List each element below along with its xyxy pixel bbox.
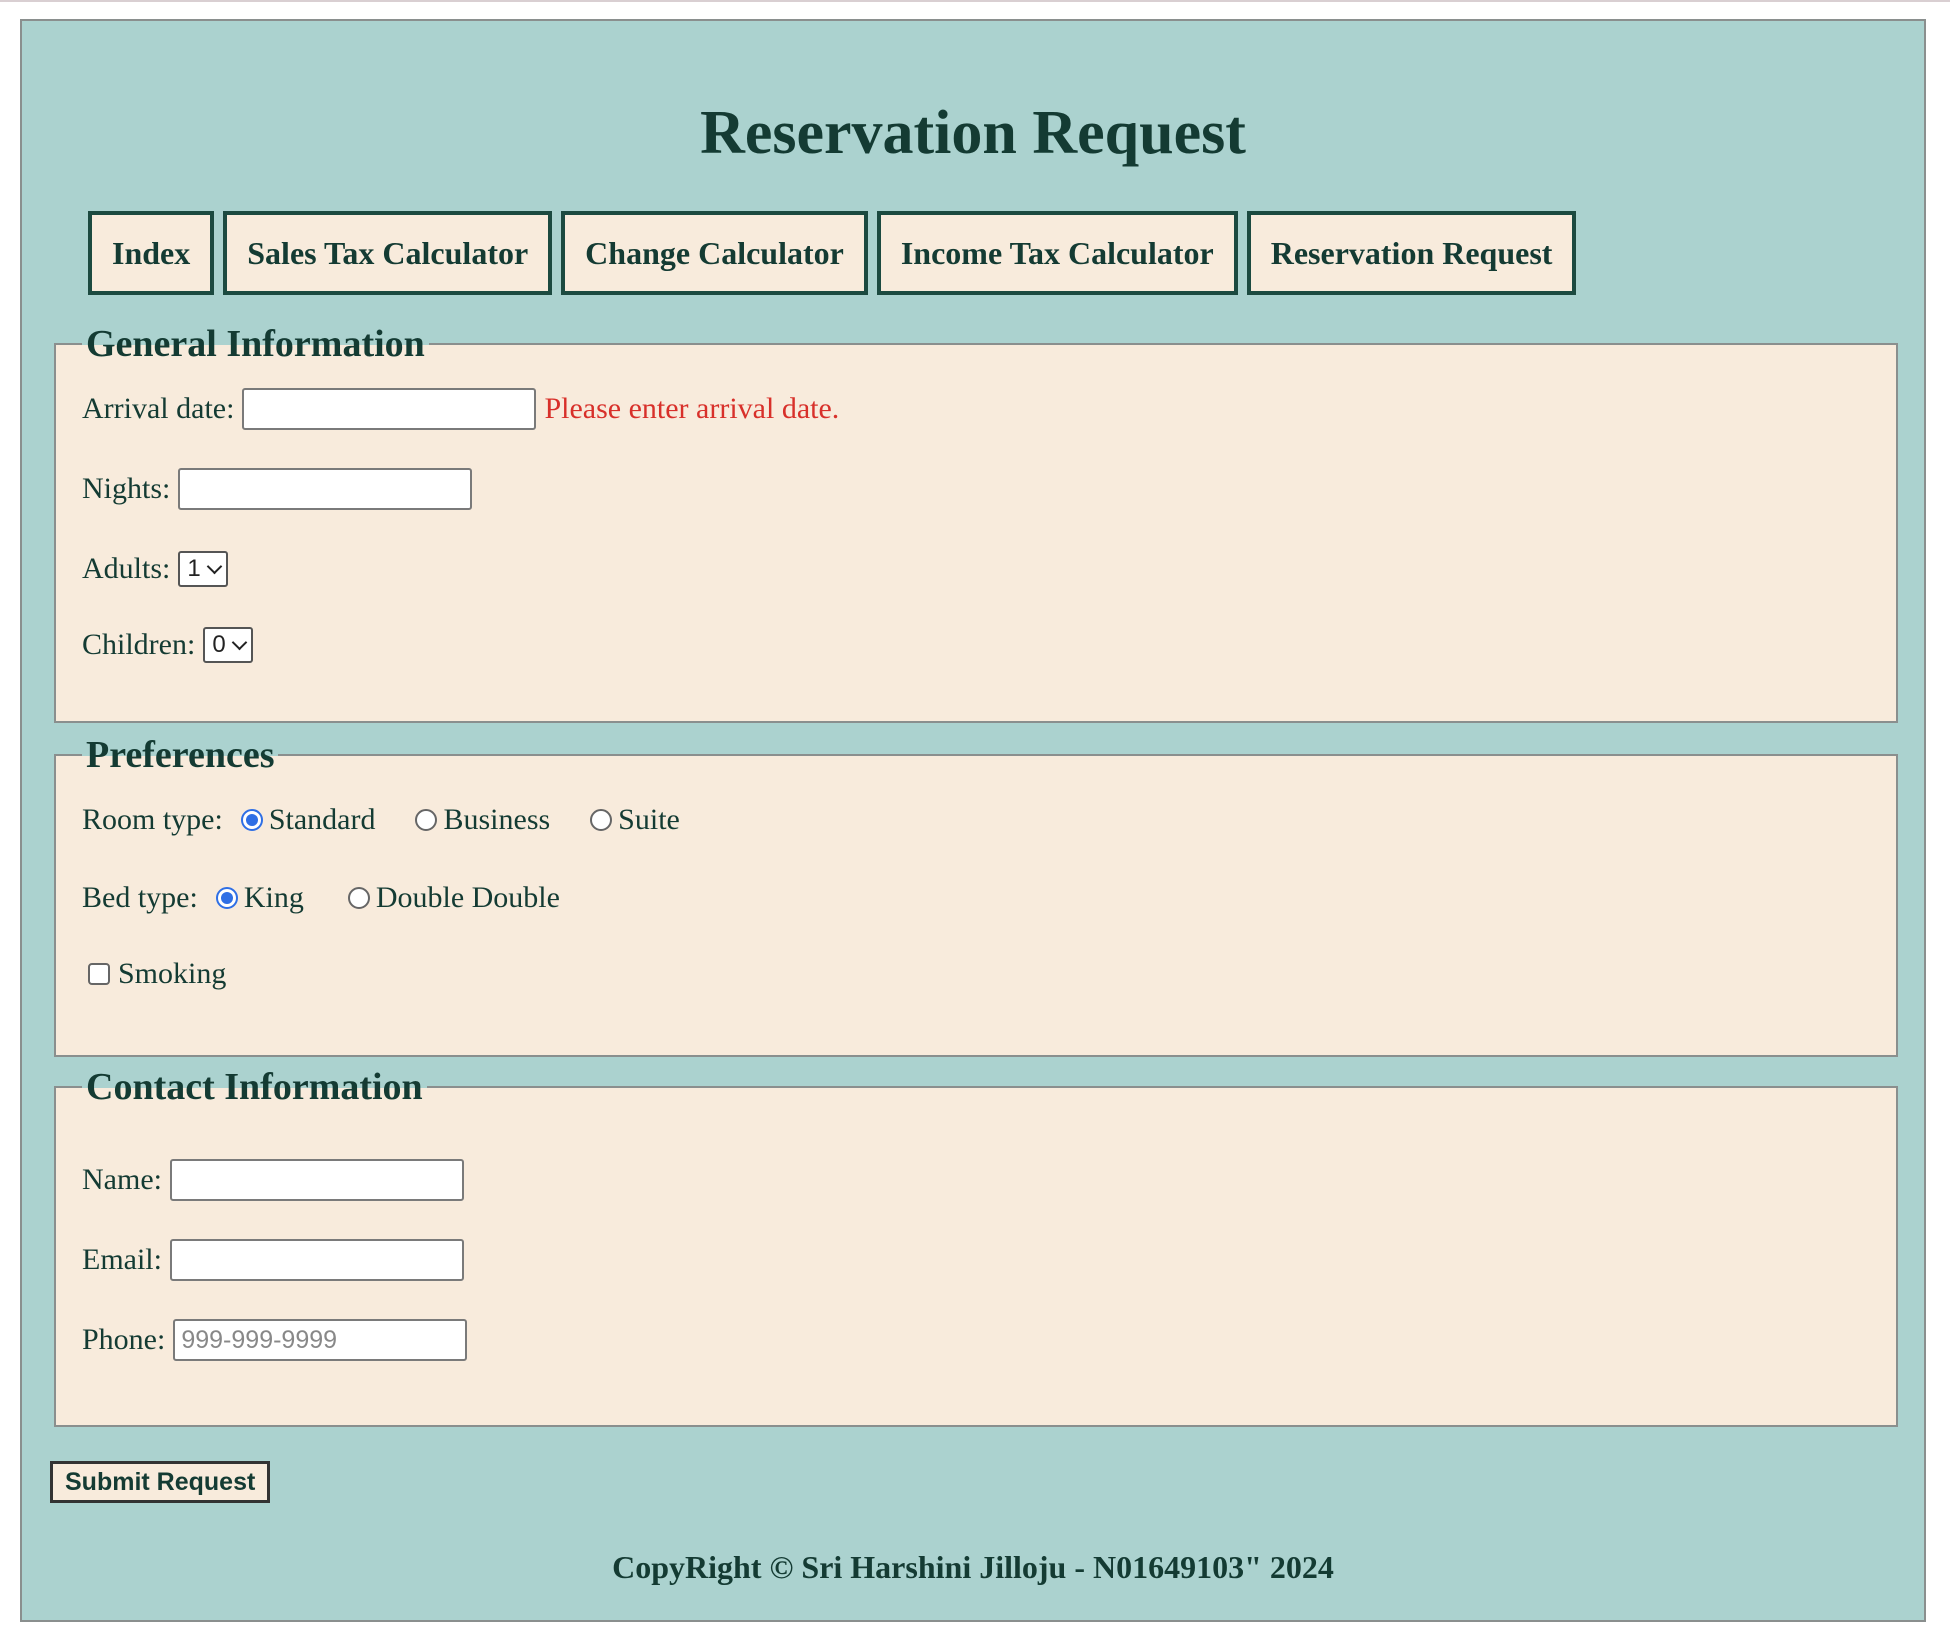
phone-row: Phone: bbox=[82, 1318, 468, 1362]
nav-bar: Index Sales Tax Calculator Change Calcul… bbox=[88, 211, 1577, 295]
bed-type-king-label: King bbox=[243, 881, 304, 914]
submit-request-button[interactable]: Submit Request bbox=[50, 1461, 271, 1503]
arrival-date-error: Please enter arrival date. bbox=[544, 392, 840, 425]
preferences-legend: Preferences bbox=[82, 730, 279, 780]
email-row: Email: bbox=[82, 1238, 464, 1282]
room-type-business-label: Business bbox=[443, 803, 551, 836]
radio-unchecked-icon[interactable] bbox=[590, 809, 613, 831]
phone-input[interactable] bbox=[173, 1319, 468, 1361]
smoking-checkbox[interactable] bbox=[88, 963, 110, 985]
page-title: Reservation Request bbox=[700, 99, 1246, 167]
radio-unchecked-icon[interactable] bbox=[347, 887, 370, 909]
room-type-label: Room type: bbox=[82, 803, 223, 836]
bed-type-option-king[interactable]: King bbox=[215, 881, 304, 915]
arrival-date-label: Arrival date: bbox=[82, 392, 235, 425]
bed-type-label: Bed type: bbox=[82, 881, 198, 914]
name-row: Name: bbox=[82, 1158, 464, 1202]
nights-row: Nights: bbox=[82, 467, 473, 511]
nav-item-reservation-request[interactable]: Reservation Request bbox=[1246, 211, 1577, 295]
general-information-legend: General Information bbox=[82, 319, 429, 369]
room-type-option-suite[interactable]: Suite bbox=[590, 803, 680, 837]
adults-label: Adults: bbox=[82, 552, 171, 585]
room-type-row: Room type: Standard Business Suite bbox=[82, 798, 720, 842]
bed-type-double-double-label: Double Double bbox=[375, 881, 560, 914]
preferences-fieldset: Preferences Room type: Standard Business… bbox=[54, 730, 1898, 1057]
top-border-line bbox=[0, 0, 1950, 2]
contact-information-legend: Contact Information bbox=[82, 1062, 427, 1112]
adults-select-value: 1 bbox=[187, 555, 201, 582]
radio-unchecked-icon[interactable] bbox=[415, 809, 438, 831]
email-input[interactable] bbox=[169, 1239, 464, 1281]
children-label: Children: bbox=[82, 628, 196, 661]
name-label: Name: bbox=[82, 1163, 162, 1196]
room-type-option-standard[interactable]: Standard bbox=[240, 803, 376, 837]
phone-label: Phone: bbox=[82, 1323, 166, 1356]
email-label: Email: bbox=[82, 1243, 162, 1276]
nav-item-income-tax-calculator[interactable]: Income Tax Calculator bbox=[876, 211, 1238, 295]
room-type-standard-label: Standard bbox=[268, 803, 376, 836]
adults-select[interactable]: 1 bbox=[178, 551, 228, 587]
room-type-option-business[interactable]: Business bbox=[415, 803, 550, 837]
page-container: Reservation Request Index Sales Tax Calc… bbox=[20, 19, 1926, 1622]
general-information-fieldset: General Information Arrival date: Please… bbox=[54, 319, 1898, 723]
chevron-down-icon bbox=[206, 558, 222, 574]
adults-row: Adults: 1 bbox=[82, 547, 228, 591]
children-select[interactable]: 0 bbox=[203, 627, 253, 663]
bed-type-row: Bed type: King Double Double bbox=[82, 876, 600, 920]
arrival-date-input[interactable] bbox=[242, 388, 537, 430]
contact-information-fieldset: Contact Information Name: Email: Phone: bbox=[54, 1062, 1898, 1427]
name-input[interactable] bbox=[169, 1159, 464, 1201]
nav-item-sales-tax-calculator[interactable]: Sales Tax Calculator bbox=[223, 211, 553, 295]
children-select-value: 0 bbox=[212, 631, 226, 658]
children-row: Children: 0 bbox=[82, 623, 253, 667]
footer-copyright: CopyRight © Sri Harshini Jilloju - N0164… bbox=[612, 1549, 1334, 1585]
nights-label: Nights: bbox=[82, 472, 171, 505]
smoking-label: Smoking bbox=[118, 957, 227, 990]
nav-item-index[interactable]: Index bbox=[88, 211, 215, 295]
nav-item-change-calculator[interactable]: Change Calculator bbox=[561, 211, 868, 295]
room-type-suite-label: Suite bbox=[618, 803, 680, 836]
chevron-down-icon bbox=[231, 634, 247, 650]
radio-checked-icon[interactable] bbox=[240, 809, 263, 831]
arrival-date-row: Arrival date: Please enter arrival date. bbox=[82, 387, 839, 431]
radio-checked-icon[interactable] bbox=[215, 887, 238, 909]
nights-input[interactable] bbox=[178, 468, 473, 510]
bed-type-option-double-double[interactable]: Double Double bbox=[347, 881, 560, 915]
smoking-row: Smoking bbox=[88, 952, 226, 996]
